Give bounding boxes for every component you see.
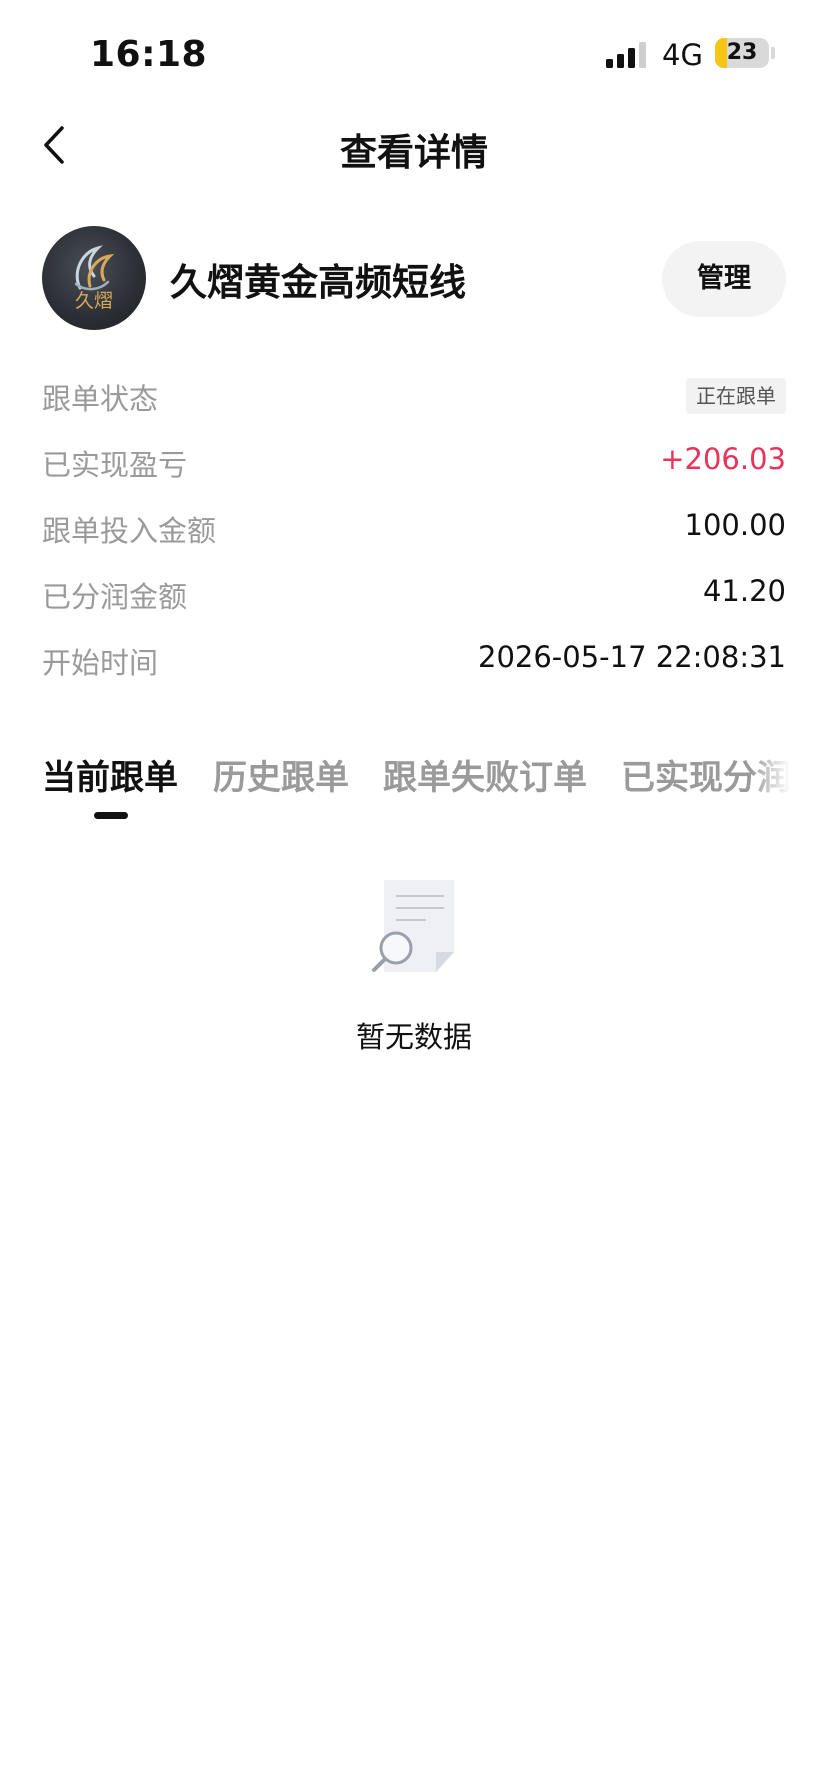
nav-bar: 查看详情 (0, 110, 828, 180)
status-bar: 16:18 4G 23 (0, 0, 828, 110)
battery-percent: 23 (726, 40, 758, 65)
info-label: 开始时间 (42, 646, 159, 680)
info-row-profit-share: 已分润金额 41.20 (0, 562, 828, 628)
empty-document-search-icon (372, 880, 454, 972)
battery-icon: 23 (715, 38, 769, 68)
info-value: 2026-05-17 22:08:31 (478, 640, 786, 674)
page-title: 查看详情 (340, 131, 488, 174)
empty-state-text: 暂无数据 (355, 1020, 472, 1054)
strategy-name: 久熠黄金高频短线 (170, 261, 466, 304)
active-tab-indicator (94, 812, 128, 819)
info-value: +206.03 (660, 442, 786, 476)
cellular-signal-icon (606, 42, 646, 68)
tab-current-orders[interactable]: 当前跟单 (42, 750, 178, 799)
logo-swirl-icon (74, 245, 115, 291)
network-type: 4G (662, 38, 703, 72)
info-row-start-time: 开始时间 2026-05-17 22:08:31 (0, 628, 828, 694)
follow-detail-page: 16:18 4G 23 查看详情 久熠 久熠黄金高频短线 管理 跟单状态 正在跟… (0, 0, 828, 1792)
battery-cap (771, 47, 775, 59)
info-row-invested-amount: 跟单投入金额 100.00 (0, 496, 828, 562)
strategy-header: 久熠 久熠黄金高频短线 管理 (0, 226, 828, 334)
info-value: 100.00 (684, 508, 786, 542)
avatar-label: 久熠 (74, 290, 113, 312)
status-badge: 正在跟单 (686, 378, 786, 414)
info-row-status: 跟单状态 正在跟单 (0, 364, 828, 430)
info-label: 跟单状态 (42, 382, 159, 416)
info-label: 跟单投入金额 (42, 514, 217, 548)
info-row-realized-pnl: 已实现盈亏 +206.03 (0, 430, 828, 496)
status-time: 16:18 (90, 34, 208, 75)
info-list: 跟单状态 正在跟单 已实现盈亏 +206.03 跟单投入金额 100.00 已分… (0, 364, 828, 694)
tab-failed-orders[interactable]: 跟单失败订单 (383, 750, 587, 799)
info-label: 已分润金额 (42, 580, 188, 614)
tab-history-orders[interactable]: 历史跟单 (213, 750, 349, 799)
info-label: 已实现盈亏 (42, 448, 188, 482)
avatar: 久熠 (42, 226, 146, 330)
tab-fade-overlay (750, 746, 790, 806)
manage-button[interactable]: 管理 (662, 241, 786, 317)
info-value: 41.20 (702, 574, 786, 608)
